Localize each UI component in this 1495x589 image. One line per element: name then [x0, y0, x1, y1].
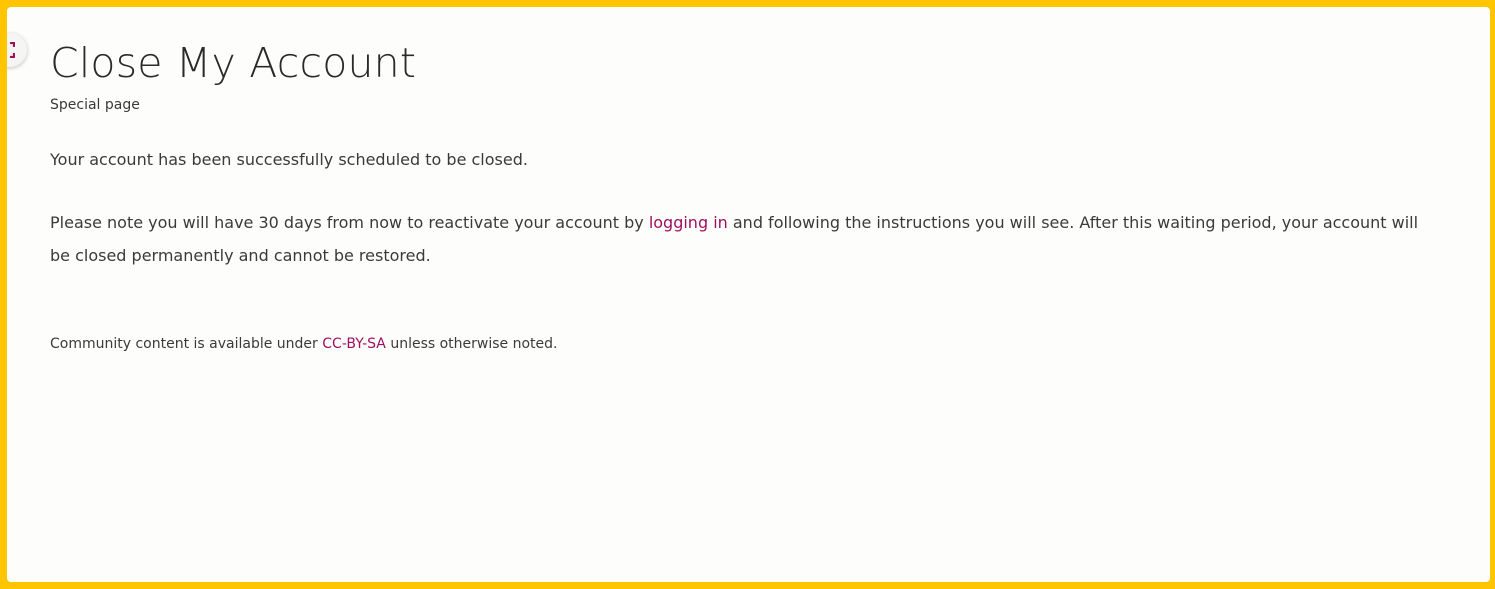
page-frame: Close My Account Special page Your accou…: [7, 7, 1490, 582]
expand-button[interactable]: [7, 33, 27, 67]
expand-icon: [10, 42, 15, 58]
license-text-after: unless otherwise noted.: [385, 336, 558, 352]
reactivate-message: Please note you will have 30 days from n…: [50, 206, 1430, 272]
license-note: Community content is available under CC-…: [50, 333, 557, 355]
page-subtitle: Special page: [50, 97, 140, 113]
scheduled-message: Your account has been successfully sched…: [50, 150, 528, 169]
reactivate-text-before: Please note you will have 30 days from n…: [50, 213, 649, 232]
cc-by-sa-link[interactable]: CC-BY-SA: [322, 336, 386, 352]
license-text-before: Community content is available under: [50, 336, 323, 352]
logging-in-link[interactable]: logging in: [649, 213, 728, 232]
page-title: Close My Account: [50, 39, 417, 87]
